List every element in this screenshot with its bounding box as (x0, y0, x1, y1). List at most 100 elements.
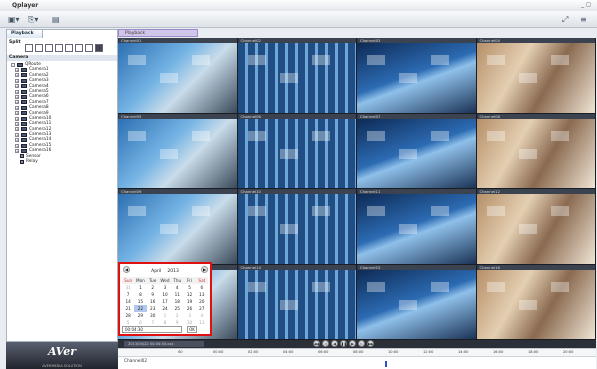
tab-playback[interactable]: Playback (7, 30, 43, 38)
split-9-button[interactable] (55, 44, 63, 52)
split-6-button[interactable] (45, 44, 53, 52)
window-controls[interactable]: _ ◻ (581, 1, 591, 8)
video-cell[interactable]: Channel12 (476, 189, 595, 264)
snapshot-icon[interactable]: ▤ (52, 14, 60, 25)
expand-icon[interactable]: + (15, 105, 19, 110)
calendar-day[interactable]: 3 (159, 284, 171, 291)
export-icon[interactable]: ⎘▾ (28, 14, 38, 25)
play-icon[interactable]: ▶ (349, 340, 356, 347)
expand-icon[interactable]: + (15, 73, 19, 78)
calendar-day[interactable]: 20 (196, 298, 208, 305)
video-cell[interactable]: Channel02 (237, 38, 356, 113)
tree-extra-item[interactable]: Relay (11, 159, 116, 164)
calendar-day[interactable]: 31 (122, 284, 134, 291)
expand-icon[interactable]: + (15, 132, 19, 137)
calendar-day[interactable]: 4 (171, 284, 183, 291)
time-input[interactable]: 00:04:30 (122, 326, 182, 333)
step-back-icon[interactable]: ◁ (322, 340, 329, 347)
calendar-day[interactable]: 6 (196, 284, 208, 291)
expand-icon[interactable]: + (15, 89, 19, 94)
expand-icon[interactable]: + (15, 84, 19, 89)
video-cell[interactable]: Channel03 (357, 38, 476, 113)
step-forward-icon[interactable]: ▷ (358, 340, 365, 347)
expand-icon[interactable]: + (15, 143, 19, 148)
video-cell[interactable]: Channel05 (118, 113, 237, 188)
calendar-day[interactable]: 7 (147, 319, 159, 326)
expand-icon[interactable]: + (15, 138, 19, 143)
settings-icon[interactable]: ≡ (580, 14, 587, 25)
fullscreen-icon[interactable]: ⤢ (562, 14, 568, 25)
expand-icon[interactable]: + (15, 100, 19, 105)
calendar-day[interactable]: 4 (196, 312, 208, 319)
calendar-day[interactable]: 19 (183, 298, 195, 305)
calendar-day[interactable]: 10 (159, 291, 171, 298)
calendar-day[interactable]: 12 (183, 291, 195, 298)
video-cell[interactable]: Channel10 (237, 189, 356, 264)
calendar-day[interactable]: 1 (159, 312, 171, 319)
video-cell[interactable]: Channel11 (357, 189, 476, 264)
skip-forward-icon[interactable]: ▶▶ (367, 340, 374, 347)
calendar-day[interactable]: 9 (171, 319, 183, 326)
calendar-day[interactable]: 25 (171, 305, 183, 312)
video-cell[interactable]: Channel15 (357, 264, 476, 339)
calendar-day[interactable]: 2 (147, 284, 159, 291)
expand-icon[interactable]: + (15, 111, 19, 116)
video-cell[interactable]: Channel14 (237, 264, 356, 339)
video-cell[interactable]: Channel08 (476, 113, 595, 188)
calendar-day[interactable]: 22 (134, 305, 147, 312)
calendar-day[interactable]: 6 (134, 319, 146, 326)
split-1-button[interactable] (25, 44, 33, 52)
calendar-year[interactable]: 2013 (167, 269, 178, 274)
calendar-day[interactable]: 5 (183, 284, 195, 291)
calendar-day[interactable]: 8 (159, 319, 171, 326)
expand-icon[interactable]: + (15, 116, 19, 121)
skip-back-icon[interactable]: ◀◀ (313, 340, 320, 347)
calendar-day[interactable]: 3 (183, 312, 195, 319)
pause-icon[interactable]: ❚❚ (340, 340, 347, 347)
expand-icon[interactable]: + (15, 68, 19, 73)
calendar-day[interactable]: 1 (134, 284, 146, 291)
expand-icon[interactable]: + (15, 148, 19, 153)
calendar-day[interactable]: 5 (122, 319, 134, 326)
layout-icon[interactable]: ▣▾ (8, 14, 20, 25)
calendar-day[interactable]: 26 (183, 305, 195, 312)
calendar-day[interactable]: 11 (196, 319, 208, 326)
calendar-day[interactable]: 8 (134, 291, 146, 298)
ok-button[interactable]: OK (187, 326, 197, 333)
expand-icon[interactable]: + (15, 78, 19, 83)
calendar-day[interactable]: 10 (183, 319, 195, 326)
calendar-day[interactable]: 15 (134, 298, 146, 305)
calendar-month[interactable]: April (151, 269, 161, 274)
calendar-day[interactable]: 13 (196, 291, 208, 298)
split-16-button[interactable] (75, 44, 83, 52)
calendar-day[interactable]: 14 (122, 298, 134, 305)
expand-icon[interactable]: + (15, 127, 19, 132)
split-4-button[interactable] (35, 44, 43, 52)
calendar-day[interactable]: 16 (147, 298, 159, 305)
timeline-row[interactable]: Channel02 (118, 356, 596, 369)
collapse-icon[interactable]: - (11, 62, 15, 67)
calendar-day[interactable]: 18 (171, 298, 183, 305)
expand-icon[interactable]: + (15, 95, 19, 100)
calendar-day[interactable]: 9 (147, 291, 159, 298)
calendar-day[interactable]: 21 (122, 305, 134, 312)
calendar-day[interactable]: 29 (134, 312, 146, 319)
video-cell[interactable]: Channel06 (237, 113, 356, 188)
calendar-day[interactable]: 28 (122, 312, 134, 319)
calendar-day[interactable]: 27 (196, 305, 208, 312)
reverse-icon[interactable]: ◀ (331, 340, 338, 347)
split-20-button[interactable] (85, 44, 93, 52)
tab-video[interactable]: Playback (118, 29, 198, 37)
calendar-day[interactable]: 11 (171, 291, 183, 298)
calendar-day[interactable]: 30 (147, 312, 159, 319)
calendar-day[interactable]: 7 (122, 291, 134, 298)
next-month-icon[interactable]: ▶ (201, 266, 208, 273)
calendar-day[interactable]: 23 (147, 305, 159, 312)
video-cell[interactable]: Channel07 (357, 113, 476, 188)
timeline-marker[interactable] (385, 361, 387, 367)
expand-icon[interactable]: + (15, 121, 19, 126)
calendar-day[interactable]: 24 (159, 305, 171, 312)
video-cell[interactable]: Channel09 (118, 189, 237, 264)
video-cell[interactable]: Channel16 (476, 264, 595, 339)
video-cell[interactable]: Channel04 (476, 38, 595, 113)
